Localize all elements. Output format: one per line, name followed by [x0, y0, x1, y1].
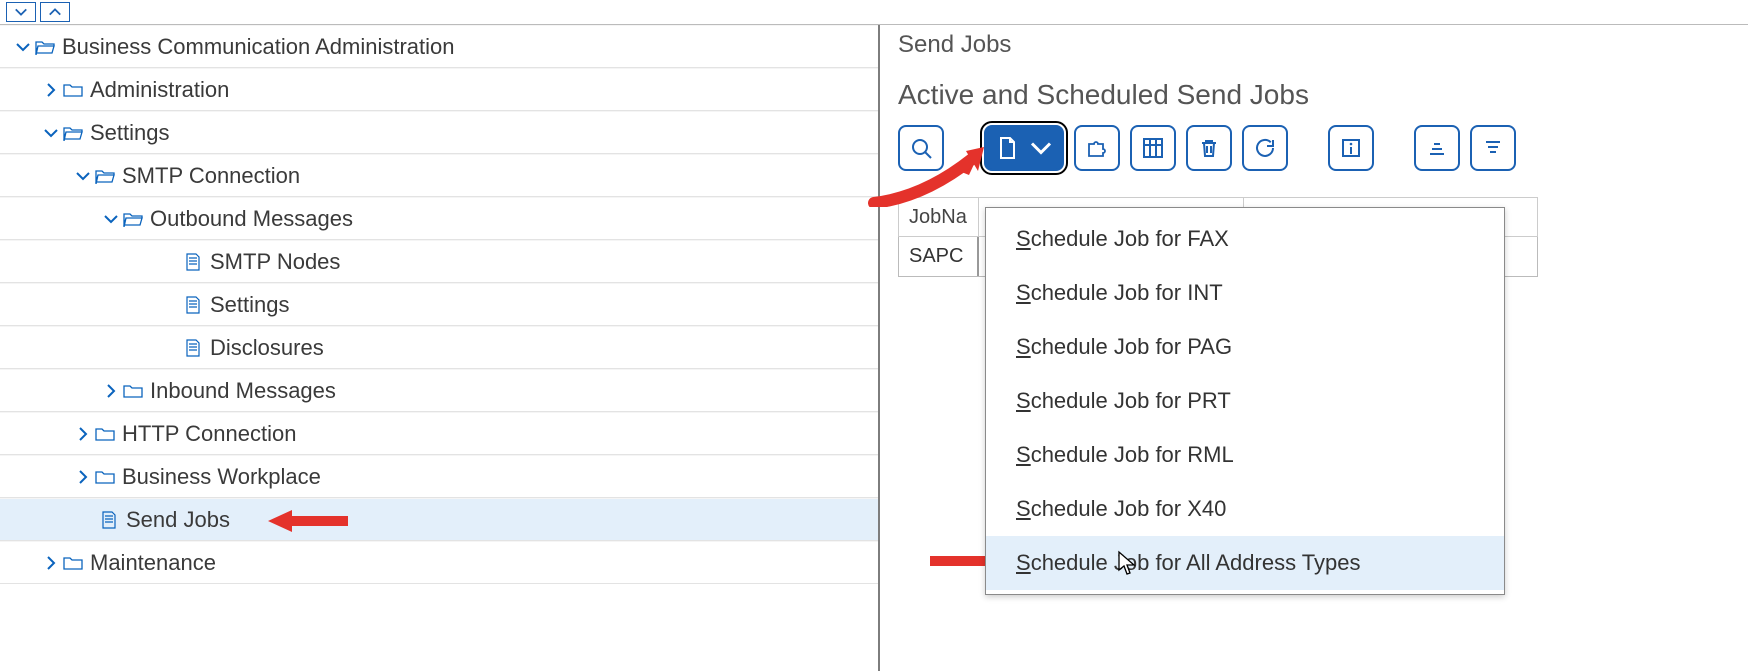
puzzle-button[interactable]	[1074, 125, 1120, 171]
tree-item-outbound[interactable]: Outbound Messages	[0, 197, 878, 240]
tree-label: Settings	[204, 292, 290, 318]
document-icon	[182, 296, 204, 314]
chevron-right-icon[interactable]	[72, 469, 94, 485]
tree-item-administration[interactable]: Administration	[0, 68, 878, 111]
detail-button[interactable]	[898, 125, 944, 171]
tree-item-settings2[interactable]: Settings	[0, 283, 878, 326]
tree-item-disclosures[interactable]: Disclosures	[0, 326, 878, 369]
folder-open-icon	[62, 125, 84, 141]
content-pane: Send Jobs Active and Scheduled Send Jobs	[880, 25, 1748, 671]
folder-open-icon	[34, 39, 56, 55]
tree-label: Disclosures	[204, 335, 324, 361]
menu-item-rml[interactable]: Schedule Job for RML	[986, 428, 1504, 482]
folder-icon	[94, 426, 116, 442]
tree-label: Settings	[84, 120, 170, 146]
info-button[interactable]	[1328, 125, 1374, 171]
tree-label: Inbound Messages	[144, 378, 336, 404]
tree-label: Business Workplace	[116, 464, 321, 490]
document-icon	[98, 511, 120, 529]
page-title: Send Jobs	[898, 25, 1748, 65]
folder-icon	[62, 82, 84, 98]
chevron-down-icon[interactable]	[6, 2, 36, 22]
chevron-right-icon[interactable]	[100, 383, 122, 399]
chevron-down-icon[interactable]	[40, 125, 62, 141]
nav-tree: Business Communication Administration Ad…	[0, 25, 880, 671]
tree-label: Business Communication Administration	[56, 34, 455, 60]
tree-item-workplace[interactable]: Business Workplace	[0, 455, 878, 498]
chevron-right-icon[interactable]	[40, 555, 62, 571]
top-toolbar	[0, 0, 1748, 25]
menu-item-fax[interactable]: Schedule Job for FAX	[986, 212, 1504, 266]
chevron-right-icon[interactable]	[40, 82, 62, 98]
section-title: Active and Scheduled Send Jobs	[898, 65, 1748, 125]
tree-item-smtp[interactable]: SMTP Connection	[0, 154, 878, 197]
menu-item-all-address-types[interactable]: Schedule Job for All Address Types	[986, 536, 1504, 590]
tree-label: Outbound Messages	[144, 206, 353, 232]
menu-item-x40[interactable]: Schedule Job for X40	[986, 482, 1504, 536]
folder-icon	[62, 555, 84, 571]
tree-item-bca[interactable]: Business Communication Administration	[0, 25, 878, 68]
document-icon	[182, 253, 204, 271]
create-dropdown-button[interactable]	[984, 125, 1064, 171]
tree-label: Maintenance	[84, 550, 216, 576]
chevron-down-icon[interactable]	[100, 211, 122, 227]
tree-label: SMTP Nodes	[204, 249, 340, 275]
tree-item-inbound[interactable]: Inbound Messages	[0, 369, 878, 412]
chevron-right-icon[interactable]	[72, 426, 94, 442]
columns-button[interactable]	[1130, 125, 1176, 171]
cell-jobname: SAPC	[899, 237, 979, 276]
sort-desc-button[interactable]	[1470, 125, 1516, 171]
table-toolbar	[898, 125, 1748, 171]
folder-icon	[122, 383, 144, 399]
schedule-job-menu: Schedule Job for FAX Schedule Job for IN…	[985, 207, 1505, 595]
tree-item-http[interactable]: HTTP Connection	[0, 412, 878, 455]
refresh-button[interactable]	[1242, 125, 1288, 171]
menu-item-int[interactable]: Schedule Job for INT	[986, 266, 1504, 320]
menu-item-prt[interactable]: Schedule Job for PRT	[986, 374, 1504, 428]
tree-label: Send Jobs	[120, 507, 230, 533]
sort-asc-button[interactable]	[1414, 125, 1460, 171]
tree-item-sendjobs[interactable]: Send Jobs	[0, 498, 878, 541]
menu-item-pag[interactable]: Schedule Job for PAG	[986, 320, 1504, 374]
chevron-down-icon[interactable]	[12, 39, 34, 55]
folder-open-icon	[94, 168, 116, 184]
chevron-down-icon[interactable]	[72, 168, 94, 184]
chevron-up-icon[interactable]	[40, 2, 70, 22]
column-jobname[interactable]: JobNa	[899, 198, 979, 236]
tree-label: Administration	[84, 77, 229, 103]
delete-button[interactable]	[1186, 125, 1232, 171]
tree-item-smtp-nodes[interactable]: SMTP Nodes	[0, 240, 878, 283]
tree-label: SMTP Connection	[116, 163, 300, 189]
tree-item-maintenance[interactable]: Maintenance	[0, 541, 878, 584]
tree-label: HTTP Connection	[116, 421, 296, 447]
tree-item-settings[interactable]: Settings	[0, 111, 878, 154]
document-icon	[182, 339, 204, 357]
folder-open-icon	[122, 211, 144, 227]
folder-icon	[94, 469, 116, 485]
